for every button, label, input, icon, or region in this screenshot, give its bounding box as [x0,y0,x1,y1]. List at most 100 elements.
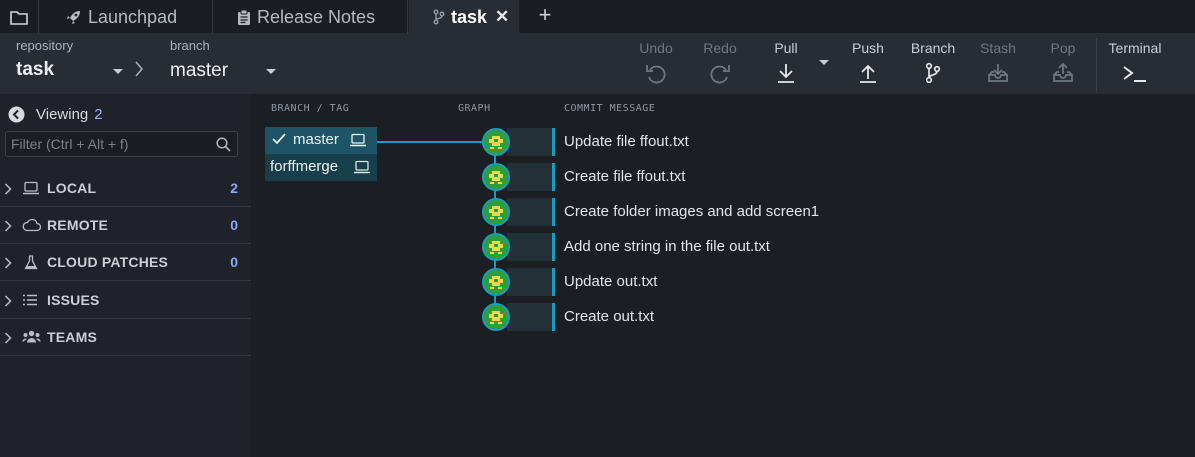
row-marker [552,303,555,331]
push-button[interactable]: Push [836,34,900,94]
chevron-right-icon [4,220,12,232]
tab-label: task [451,6,488,27]
commit-row[interactable]: Create folder images and add screen1 [481,198,1195,226]
repository-selector[interactable]: task [16,59,54,81]
commit-row[interactable]: Create out.txt [481,303,1195,331]
column-header-branch-tag: BRANCH / TAG [271,103,350,114]
commit-message: Update file ffout.txt [564,133,689,150]
viewing-header: Viewing 2 [8,104,103,124]
branch-name: master [293,131,339,148]
chevron-right-icon [4,295,12,307]
author-avatar[interactable] [482,163,510,191]
tab-task[interactable]: task ✕ [409,0,519,34]
row-highlight [507,233,553,261]
commit-row[interactable]: Add one string in the file out.txt [481,233,1195,261]
author-avatar[interactable] [482,233,510,261]
row-highlight [507,268,553,296]
folder-icon [10,10,28,25]
stash-icon [987,62,1009,84]
branch-button[interactable]: Branch [901,34,965,94]
sidebar-section-local[interactable]: LOCAL 2 [0,170,251,207]
toolbar-divider [1096,38,1097,92]
redo-icon [709,62,731,84]
branch-connector [377,141,483,143]
commit-row[interactable]: Create file ffout.txt [481,163,1195,191]
terminal-icon [1121,62,1149,84]
rocket-icon [65,9,82,26]
sidebar-section-remote[interactable]: REMOTE 0 [0,207,251,244]
row-highlight [507,128,553,156]
flask-icon [24,255,38,270]
author-avatar[interactable] [482,303,510,331]
close-icon[interactable]: ✕ [495,7,509,27]
pull-icon [775,62,797,84]
sidebar-section-issues[interactable]: ISSUES [0,282,251,319]
back-arrow-icon[interactable] [8,106,25,123]
pop-button[interactable]: Pop [1031,34,1095,94]
author-avatar[interactable] [482,268,510,296]
branch-label-forffmerge[interactable]: forffmerge [265,154,377,181]
pop-icon [1052,62,1074,84]
tab-label: Release Notes [257,6,376,27]
column-header-graph: GRAPH [458,103,491,114]
sidebar-section-cloud-patches[interactable]: CLOUD PATCHES 0 [0,244,251,281]
stash-button[interactable]: Stash [966,34,1030,94]
pop-label: Pop [1050,40,1076,56]
search-icon [216,137,231,152]
sidebar-section-teams[interactable]: TEAMS [0,319,251,356]
sidebar: Viewing 2 LOCAL 2 REMOTE 0 CLOUD PATCHES… [0,94,251,457]
section-title: CLOUD PATCHES [47,254,169,270]
row-marker [552,198,555,226]
commit-row[interactable]: Update out.txt [481,268,1195,296]
commit-message: Add one string in the file out.txt [564,238,770,255]
commit-graph-panel: BRANCH / TAG GRAPH COMMIT MESSAGE master… [251,94,1195,457]
commit-message: Create folder images and add screen1 [564,203,820,220]
row-marker [552,128,555,156]
stash-label: Stash [980,40,1016,56]
tab-folder[interactable] [0,0,39,34]
chevron-down-icon[interactable] [113,69,123,74]
terminal-button[interactable]: Terminal [1103,34,1167,94]
branch-icon [922,62,944,84]
chevron-right-icon [4,183,12,195]
author-avatar[interactable] [482,198,510,226]
commit-row[interactable]: Update file ffout.txt [481,128,1195,156]
laptop-icon [353,160,371,174]
pull-button[interactable]: Pull [754,34,818,94]
filter-input[interactable] [5,131,238,157]
redo-button[interactable]: Redo [688,34,752,94]
tab-release-notes[interactable]: Release Notes [213,0,408,34]
toolbar: repository task branch master Undo Redo … [0,34,1195,94]
section-count: 0 [230,254,238,270]
branch-selector[interactable]: master [170,60,228,82]
row-highlight [507,163,553,191]
push-label: Push [852,40,884,56]
section-title: LOCAL [47,180,97,196]
chevron-right-icon [4,332,12,344]
section-count: 0 [230,217,238,233]
undo-label: Undo [639,40,673,56]
branch-button-label: Branch [910,40,956,56]
chevron-right-icon [4,257,12,269]
tab-bar: Launchpad Release Notes task ✕ + [0,0,1195,34]
tab-launchpad[interactable]: Launchpad [39,0,213,34]
section-count: 2 [230,180,238,196]
laptop-icon [22,181,40,195]
branch-name: forffmerge [270,158,339,175]
tab-label: Launchpad [88,6,178,27]
chevron-right-icon [134,61,144,77]
commit-message: Create file ffout.txt [564,168,686,185]
author-avatar[interactable] [482,128,510,156]
pull-options-chevron-icon[interactable] [819,60,829,65]
laptop-icon [349,133,367,147]
branch-label-master[interactable]: master [265,127,377,154]
terminal-label: Terminal [1108,40,1162,56]
cloud-icon [22,218,41,232]
chevron-down-icon[interactable] [266,69,276,74]
pull-label: Pull [774,40,798,56]
column-header-commit-message: COMMIT MESSAGE [564,103,656,114]
list-icon [22,294,38,306]
add-tab-button[interactable]: + [536,2,554,28]
undo-button[interactable]: Undo [624,34,688,94]
push-icon [857,62,879,84]
